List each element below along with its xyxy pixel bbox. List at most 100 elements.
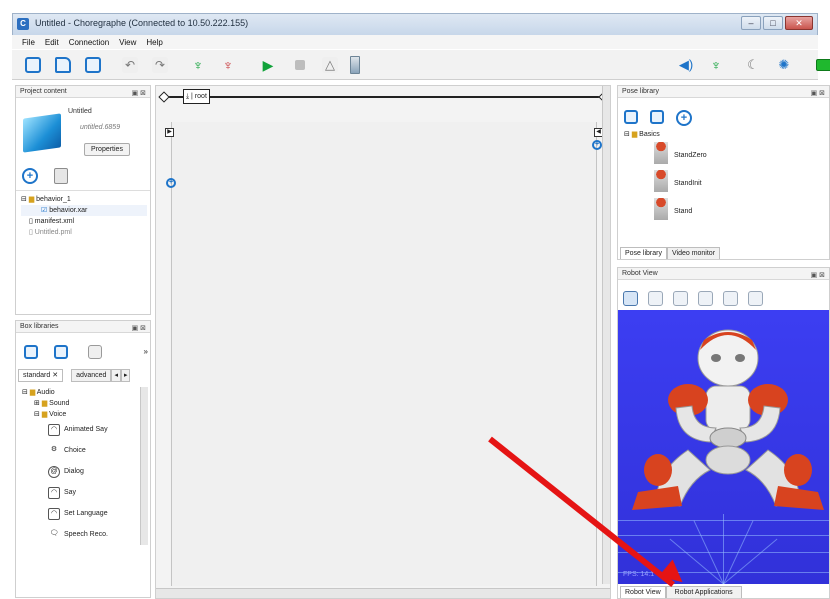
save-project-icon[interactable] — [85, 57, 101, 73]
pose-folder-basics[interactable]: ⊟ ▆ Basics — [624, 130, 660, 138]
add-pose-icon[interactable]: + — [676, 110, 692, 126]
redo-icon[interactable]: ↷ — [152, 57, 168, 73]
pose-library-panel: Pose library ▣ ⊠ + ⊟ ▆ Basics StandZero … — [617, 85, 830, 260]
box-library-tree: ⊟ ▆ Audio ⊞ ▆ Sound ⊟ ▆ Voice ◠ Animated … — [18, 387, 142, 545]
robot-3d-viewport[interactable]: FPS: 14.1 — [618, 310, 829, 584]
robot-info-icon[interactable] — [623, 291, 638, 306]
tab-advanced[interactable]: advanced — [71, 369, 112, 382]
canvas-horizontal-scrollbar[interactable] — [156, 588, 610, 598]
pose-standzero[interactable]: StandZero — [674, 152, 707, 159]
robot-view-title: Robot View — [622, 270, 658, 277]
rest-moon-icon[interactable]: ☾ — [745, 57, 761, 73]
view-mode-icon-2[interactable] — [673, 291, 688, 306]
menu-help[interactable]: Help — [146, 38, 162, 47]
add-output-icon[interactable]: + — [592, 140, 602, 150]
behavior-area[interactable]: ▶ ◀ + + — [165, 122, 603, 586]
box-library-scrollbar[interactable] — [140, 387, 148, 545]
overflow-chevron-icon[interactable]: » — [144, 347, 148, 356]
project-file-tree: ⊟ ▆ behavior_1 ☑ behavior.xar ▯ manifest… — [21, 194, 147, 238]
maximize-button[interactable]: □ — [763, 16, 783, 30]
box-say[interactable]: ◠ Say — [18, 483, 142, 504]
project-cube-icon — [23, 113, 61, 153]
debug-icon[interactable]: △ — [322, 57, 338, 73]
pose-standinit[interactable]: StandInit — [674, 180, 702, 187]
box-libraries-title: Box libraries — [20, 323, 59, 330]
project-content-title: Project content — [20, 88, 67, 95]
dialog-icon: @ — [48, 466, 60, 478]
tree-item-pml[interactable]: ▯ Untitled.pml — [21, 227, 147, 238]
download-icon: ⤓ — [186, 93, 190, 100]
tree-folder-sound[interactable]: ⊞ ▆ Sound — [18, 398, 142, 409]
language-icon: ◠ — [48, 508, 60, 520]
tree-folder-audio[interactable]: ⊟ ▆ Audio — [18, 387, 142, 398]
close-button[interactable]: ✕ — [785, 16, 813, 30]
box-speech-reco[interactable]: 🗨 Speech Reco. — [18, 525, 142, 546]
add-file-icon[interactable]: + — [22, 168, 38, 184]
pose-panel-tabs: Pose library Video monitor — [620, 247, 721, 259]
panel-float-close-icons[interactable]: ▣ ⊠ — [132, 323, 146, 335]
zoom-icon[interactable] — [748, 291, 763, 306]
box-dialog[interactable]: @ Dialog — [18, 462, 142, 483]
tab-standard[interactable]: standard ✕ — [18, 369, 64, 382]
box-choice[interactable]: ⚙ Choice — [18, 441, 142, 462]
tab-scroll-right[interactable]: ▸ — [120, 369, 131, 382]
speech-reco-icon: 🗨 — [49, 530, 59, 537]
menu-view[interactable]: View — [119, 38, 136, 47]
menu-file[interactable]: File — [22, 38, 35, 47]
panel-float-close-icons[interactable]: ▣ ⊠ — [811, 88, 825, 100]
open-pose-library-icon[interactable] — [650, 110, 664, 124]
tree-item-manifest[interactable]: ▯ manifest.xml — [21, 216, 147, 227]
open-library-icon[interactable] — [54, 345, 68, 359]
nao-robot-model[interactable] — [618, 310, 829, 584]
box-set-language[interactable]: ◠ Set Language — [18, 504, 142, 525]
view-mode-icon-4[interactable] — [723, 291, 738, 306]
tree-item-behavior-xar[interactable]: ☑ behavior.xar — [21, 205, 147, 216]
new-pose-library-icon[interactable] — [624, 110, 638, 124]
project-name: Untitled — [68, 108, 92, 115]
box-libraries-panel: Box libraries ▣ ⊠ » standard ✕ advanced … — [15, 320, 151, 598]
tree-item-behavior-folder[interactable]: ⊟ ▆ behavior_1 — [21, 194, 147, 205]
speech-bubble-icon: ◠ — [48, 424, 60, 436]
open-project-icon[interactable] — [55, 57, 71, 73]
minimize-button[interactable]: – — [741, 16, 761, 30]
panel-float-close-icons[interactable]: ▣ ⊠ — [132, 88, 146, 100]
speaker-icon[interactable]: ◀) — [678, 57, 694, 73]
delete-icon[interactable] — [54, 168, 68, 184]
root-breadcrumb[interactable]: ⤓ | root — [183, 89, 210, 104]
save-library-icon[interactable] — [88, 345, 102, 359]
menu-edit[interactable]: Edit — [45, 38, 59, 47]
properties-button[interactable]: Properties — [84, 143, 130, 156]
box-animated-say[interactable]: ◠ Animated Say — [18, 420, 142, 441]
panel-float-close-icons[interactable]: ▣ ⊠ — [811, 270, 825, 282]
menu-connection[interactable]: Connection — [69, 38, 109, 47]
undo-icon[interactable]: ↶ — [122, 57, 138, 73]
robot-pose-thumbnail-standzero — [654, 142, 668, 164]
play-icon[interactable]: ▶ — [260, 57, 276, 73]
tab-scroll-left[interactable]: ◂ — [111, 369, 121, 382]
autonomous-life-icon[interactable]: ✺ — [776, 57, 792, 73]
add-input-icon[interactable]: + — [166, 178, 176, 188]
robot-pose-thumbnail-stand — [654, 198, 668, 220]
view-mode-icon-3[interactable] — [698, 291, 713, 306]
volume-slider[interactable] — [350, 56, 360, 74]
pose-library-title: Pose library — [622, 88, 659, 95]
stop-icon[interactable] — [295, 60, 305, 70]
choice-icon: ⚙ — [50, 446, 58, 453]
new-library-icon[interactable] — [24, 345, 38, 359]
project-file: untitled.6859 — [80, 124, 121, 131]
view-mode-icon-1[interactable] — [648, 291, 663, 306]
tab-video-monitor[interactable]: Video monitor — [666, 247, 721, 259]
fps-readout: FPS: 14.1 — [623, 571, 655, 578]
connect-icon[interactable]: ♆ — [190, 57, 206, 73]
robot-posture-icon[interactable]: ♆ — [708, 57, 724, 73]
tree-folder-voice[interactable]: ⊟ ▆ Voice — [18, 409, 142, 420]
behavior-input-onstart[interactable]: ▶ — [165, 128, 174, 137]
tab-robot-view[interactable]: Robot View — [620, 586, 666, 598]
disconnect-icon[interactable]: ♆ — [220, 57, 236, 73]
new-project-icon[interactable] — [25, 57, 41, 73]
pose-stand[interactable]: Stand — [674, 208, 692, 215]
flow-diagram-canvas[interactable]: ⤓ | root ▶ ◀ + + — [155, 85, 611, 599]
tab-pose-library[interactable]: Pose library — [620, 247, 667, 259]
project-content-panel: Project content ▣ ⊠ Untitled untitled.68… — [15, 85, 151, 315]
canvas-vertical-scrollbar[interactable] — [602, 86, 610, 584]
